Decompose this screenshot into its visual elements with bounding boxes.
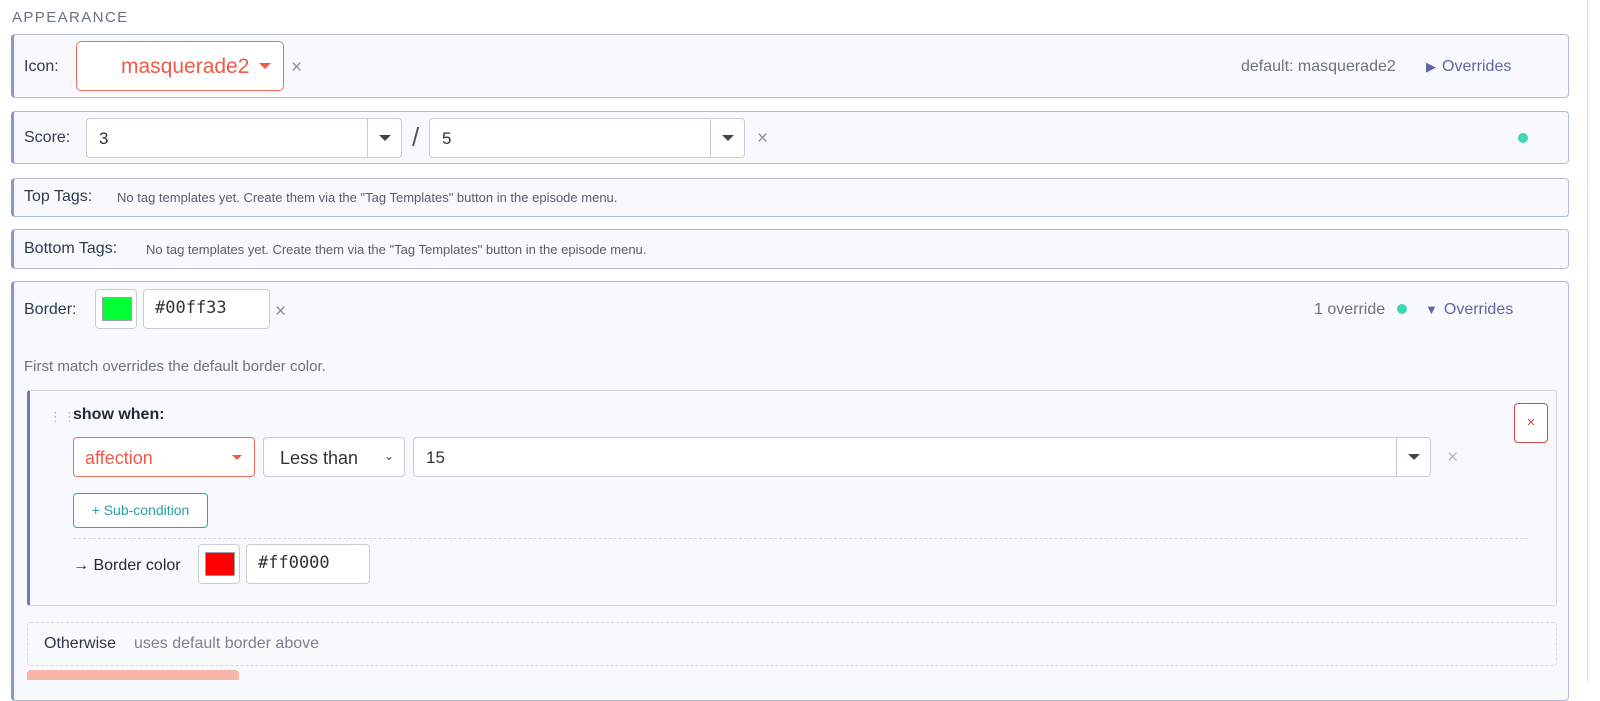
show-when-label: show when: bbox=[73, 406, 165, 423]
caret-down-icon bbox=[1408, 454, 1420, 460]
condition-clear-button[interactable]: × bbox=[1447, 448, 1458, 467]
border-clear-button[interactable]: × bbox=[275, 302, 286, 321]
status-dot bbox=[1518, 133, 1528, 143]
caret-down-icon bbox=[722, 135, 734, 141]
score-max-combo[interactable]: 5 bbox=[429, 118, 745, 158]
override-rule-card: ⋮⋮ show when: affection Less than ⌄ 15 ×… bbox=[27, 390, 1557, 606]
bottom-tags-label: Bottom Tags: bbox=[24, 240, 118, 257]
icon-row: Icon: masquerade2 × default: masquerade2… bbox=[11, 34, 1569, 98]
score-value: 3 bbox=[99, 129, 109, 148]
otherwise-row: Otherwise uses default border above bbox=[27, 622, 1557, 666]
border-color-picker[interactable] bbox=[95, 289, 137, 329]
bottom-tags-row: Bottom Tags: No tag templates yet. Creat… bbox=[11, 229, 1569, 269]
delete-rule-button[interactable]: × bbox=[1514, 403, 1548, 443]
border-hex-input[interactable]: #00ff33 bbox=[143, 289, 270, 329]
icon-select[interactable]: masquerade2 bbox=[76, 41, 284, 91]
caret-down-icon bbox=[379, 135, 391, 141]
result-hex-input[interactable]: #ff0000 bbox=[246, 544, 370, 584]
panel-divider bbox=[1587, 0, 1588, 681]
score-max-dropdown[interactable] bbox=[710, 119, 744, 157]
top-tags-label: Top Tags: bbox=[24, 188, 93, 205]
border-description: First match overrides the default border… bbox=[24, 358, 326, 375]
add-override-button[interactable] bbox=[27, 670, 239, 680]
icon-select-value: masquerade2 bbox=[121, 55, 250, 78]
icon-default-text: default: masquerade2 bbox=[1241, 58, 1396, 75]
border-color-swatch bbox=[102, 297, 132, 321]
overrides-label: Overrides bbox=[1442, 58, 1512, 75]
divider bbox=[73, 538, 1528, 539]
caret-down-icon bbox=[259, 63, 271, 69]
override-count: 1 override bbox=[1314, 301, 1386, 318]
result-color-picker[interactable] bbox=[198, 544, 240, 584]
add-sub-condition-button[interactable]: + Sub-condition bbox=[73, 493, 208, 528]
border-label: Border: bbox=[24, 301, 77, 318]
score-row: Score: 3 / 5 × bbox=[11, 111, 1569, 164]
border-overrides-toggle[interactable]: ▼ Overrides bbox=[1425, 301, 1513, 319]
section-title: APPEARANCE bbox=[12, 9, 129, 26]
status-dot bbox=[1397, 304, 1407, 314]
border-row: Border: #00ff33 × 1 override ▼ Overrides … bbox=[11, 281, 1569, 701]
condition-value: 15 bbox=[426, 448, 445, 467]
top-tags-hint: No tag templates yet. Create them via th… bbox=[117, 190, 618, 205]
icon-clear-button[interactable]: × bbox=[291, 58, 302, 77]
triangle-down-icon: ▼ bbox=[1425, 302, 1438, 317]
condition-field-select[interactable]: affection bbox=[73, 437, 255, 477]
condition-operator-select[interactable]: Less than ⌄ bbox=[263, 437, 405, 477]
condition-field-value: affection bbox=[85, 448, 153, 468]
condition-value-dropdown[interactable] bbox=[1396, 438, 1430, 476]
score-value-combo[interactable]: 3 bbox=[86, 118, 402, 158]
chevron-down-icon: ⌄ bbox=[383, 449, 394, 463]
result-color-swatch bbox=[205, 552, 235, 576]
otherwise-label: Otherwise bbox=[44, 635, 117, 652]
top-tags-row: Top Tags: No tag templates yet. Create t… bbox=[11, 178, 1569, 217]
triangle-right-icon: ▶ bbox=[1426, 59, 1436, 74]
bottom-tags-hint: No tag templates yet. Create them via th… bbox=[146, 242, 647, 257]
icon-label: Icon: bbox=[24, 58, 59, 75]
condition-value-combo[interactable]: 15 bbox=[413, 437, 1431, 477]
overrides-label: Overrides bbox=[1443, 301, 1514, 318]
condition-operator-value: Less than bbox=[280, 448, 359, 468]
score-separator: / bbox=[412, 122, 420, 152]
score-label: Score: bbox=[24, 129, 71, 146]
otherwise-text: uses default border above bbox=[134, 635, 320, 652]
score-value-dropdown[interactable] bbox=[367, 119, 401, 157]
caret-down-icon bbox=[232, 455, 242, 460]
result-border-color-label: → Border color bbox=[73, 557, 181, 574]
score-max: 5 bbox=[442, 129, 452, 148]
score-clear-button[interactable]: × bbox=[757, 129, 768, 148]
icon-overrides-toggle[interactable]: ▶ Overrides bbox=[1426, 58, 1511, 76]
